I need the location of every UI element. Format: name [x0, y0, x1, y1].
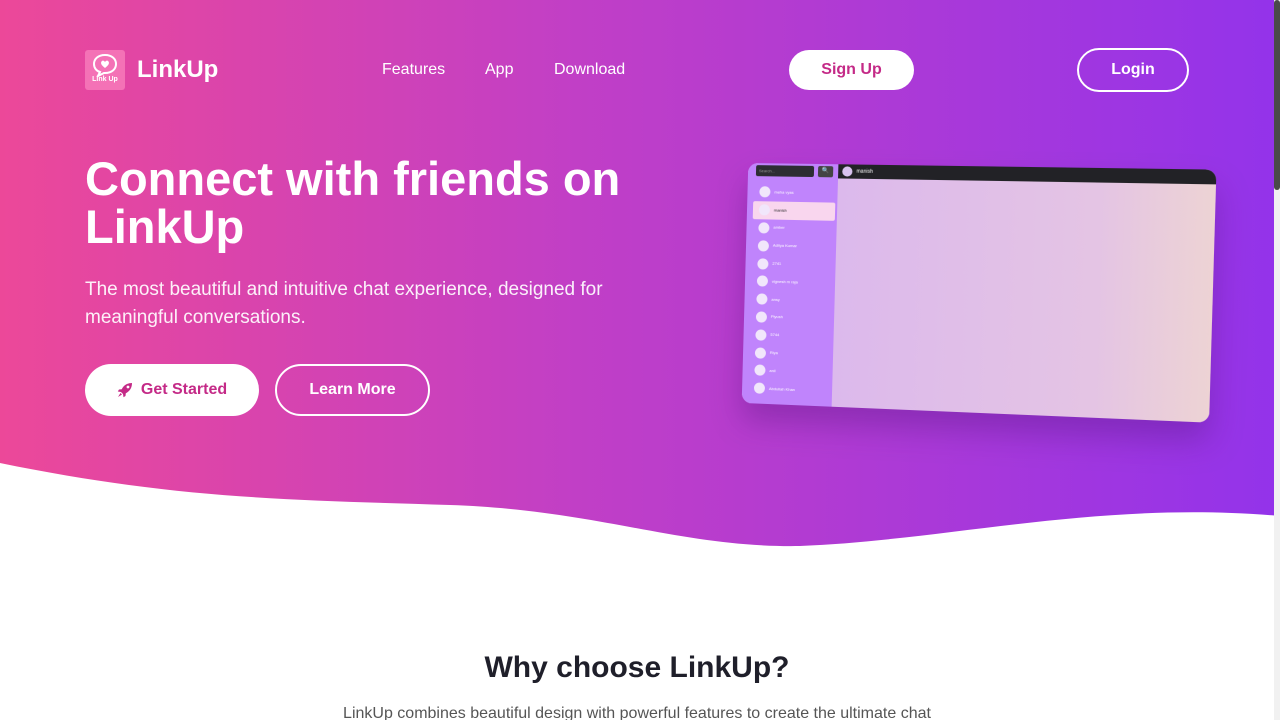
get-started-label: Get Started: [140, 381, 228, 398]
logo-text: Link Up: [92, 76, 118, 83]
mockup-contact-name: Abdullah Khan: [768, 385, 795, 392]
avatar: [756, 293, 768, 305]
rocket-icon: [117, 383, 132, 398]
mockup-contact-item: meha vyas: [753, 183, 836, 202]
avatar: [755, 329, 767, 341]
mockup-contact-item: Abdullah Khan: [748, 379, 831, 400]
mockup-sidebar: Search... 🔍 meha vyas manish amber Aditya K…: [741, 163, 839, 407]
mockup-contact-name: Riya: [769, 349, 778, 356]
page-scrollbar[interactable]: [1274, 0, 1280, 720]
learn-more-button[interactable]: Learn More: [275, 364, 430, 416]
mockup-contact-name: meha vyas: [774, 189, 794, 195]
logo[interactable]: Link Up: [85, 50, 125, 90]
mockup-contact-name: anil: [769, 367, 776, 374]
mockup-contact-item: 2741: [751, 254, 834, 274]
features-intro: LinkUp combines beautiful design with po…: [343, 705, 931, 720]
mockup-contact-list: meha vyas manish amber Aditya Kumar 2741 vign…: [748, 183, 836, 400]
avatar: [753, 382, 766, 395]
mockup-contact-name: amber: [773, 225, 785, 231]
features-title: Why choose LinkUp?: [484, 651, 790, 684]
avatar: [756, 275, 769, 288]
brand-name[interactable]: LinkUp: [137, 56, 218, 84]
scrollbar-thumb[interactable]: [1274, 0, 1280, 190]
mockup-contact-item: manish: [752, 200, 836, 221]
mockup-contact-name: vignesh m raja: [771, 278, 798, 285]
mockup-contact-name: Piyush: [770, 314, 783, 320]
mockup-contact-item: amber: [752, 219, 835, 239]
mockup-contact-item: Aditya Kumar: [752, 237, 835, 257]
hero-title: Connect with friends on LinkUp: [85, 152, 621, 253]
mockup-contact-name: manish: [773, 207, 787, 213]
mockup-search-icon: 🔍: [817, 166, 834, 178]
mockup-chat-area: [831, 178, 1217, 423]
mockup-chat-name: manish: [856, 168, 873, 175]
nav-link-download[interactable]: Download: [554, 61, 625, 79]
mockup-chat-avatar: [842, 166, 853, 177]
avatar: [754, 346, 767, 359]
chat-heart-icon: [92, 53, 118, 77]
get-started-button[interactable]: Get Started: [85, 364, 259, 416]
nav-link-features[interactable]: Features: [382, 61, 445, 79]
avatar: [757, 240, 770, 252]
login-button[interactable]: Login: [1077, 48, 1189, 92]
avatar: [758, 222, 770, 234]
avatar: [755, 311, 768, 323]
avatar: [758, 204, 771, 216]
nav-link-app[interactable]: App: [485, 61, 513, 79]
avatar: [759, 186, 771, 198]
avatar: [757, 257, 769, 270]
mockup-contact-name: Aditya Kumar: [772, 242, 797, 249]
mockup-search-input: Search...: [755, 165, 815, 178]
avatar: [754, 364, 766, 377]
hero-subtitle: The most beautiful and intuitive chat ex…: [85, 279, 603, 328]
mockup-contact-name: ansy: [771, 296, 780, 302]
signup-button[interactable]: Sign Up: [789, 50, 914, 90]
hero-section: Link Up LinkUp Features App Download Sig…: [0, 0, 1280, 560]
mockup-contact-name: 2741: [772, 260, 782, 267]
mockup-contact-name: 5744: [770, 332, 780, 338]
mockup-contact-item: vignesh m raja: [751, 272, 834, 292]
app-preview-mockup: Search... 🔍 meha vyas manish amber Aditya K…: [741, 163, 1217, 423]
